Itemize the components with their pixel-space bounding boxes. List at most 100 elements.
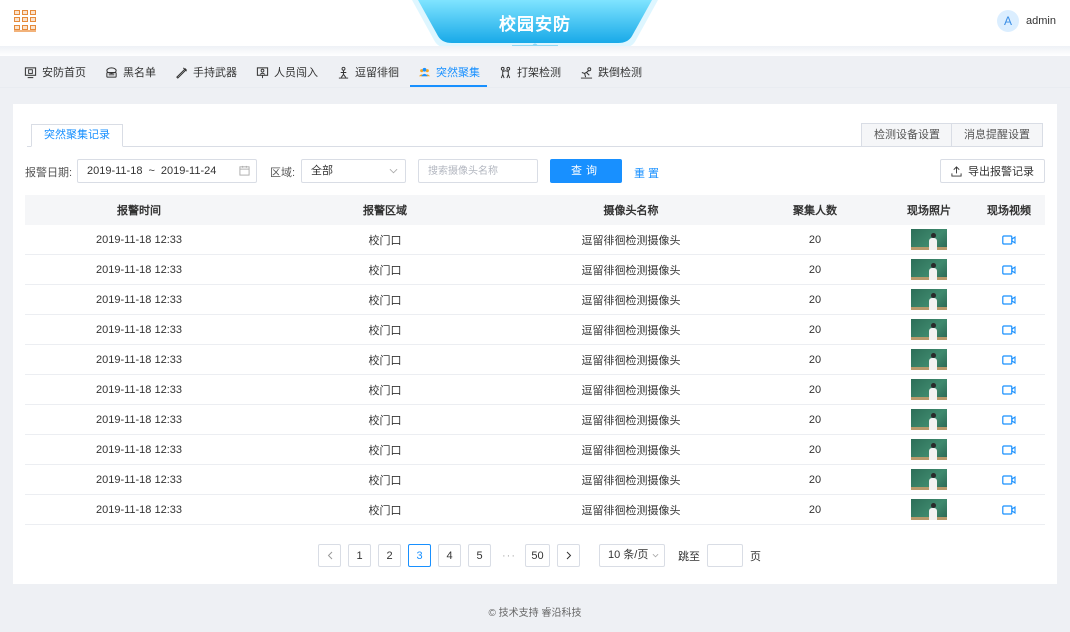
camera-name: 逗留徘徊检测摄像头	[581, 414, 681, 427]
video-camera-icon[interactable]	[1002, 474, 1016, 485]
alarm-time: 2019-11-18 12:33	[95, 443, 183, 456]
page-size-select[interactable]: 10 条/页	[599, 544, 665, 567]
photo-cell	[885, 439, 973, 460]
loiter-icon	[338, 66, 349, 79]
table-row: 2019-11-18 12:33 校门口 逗留徘徊检测摄像头 20	[25, 435, 1045, 465]
video-camera-icon[interactable]	[1002, 444, 1016, 455]
alarm-area: 校门口	[368, 414, 402, 427]
scene-photo-thumbnail[interactable]	[911, 439, 947, 460]
nav-item-fall[interactable]: 跌倒检测	[570, 57, 651, 87]
crowd-icon	[418, 67, 431, 76]
area-value: 全部	[311, 165, 333, 177]
app-title: 校园安防	[499, 15, 571, 34]
page-button[interactable]: 1	[348, 544, 371, 567]
video-cell	[973, 294, 1045, 305]
prev-page-button[interactable]	[318, 544, 341, 567]
alarm-time: 2019-11-18 12:33	[95, 473, 183, 486]
nav-item-weapon[interactable]: 手持武器	[165, 57, 246, 87]
nav-label: 人员闯入	[274, 67, 318, 79]
nav-item-loiter[interactable]: 逗留徘徊	[327, 57, 408, 87]
photo-cell	[885, 289, 973, 310]
blacklist-icon	[106, 66, 117, 78]
app-menu-icon[interactable]	[14, 10, 36, 30]
nav-item-blacklist[interactable]: 黑名单	[95, 57, 165, 87]
nav-label: 跌倒检测	[598, 67, 642, 79]
nav-item-crowd[interactable]: 突然聚集	[408, 57, 489, 87]
page-button[interactable]: 2	[378, 544, 401, 567]
photo-cell	[885, 469, 973, 490]
video-camera-icon[interactable]	[1002, 294, 1016, 305]
video-camera-icon[interactable]	[1002, 354, 1016, 365]
column-header: 报警区域	[363, 205, 407, 217]
username[interactable]: admin	[1026, 15, 1056, 27]
crowd-count: 20	[808, 263, 822, 276]
page-button[interactable]: 4	[438, 544, 461, 567]
photo-cell	[885, 229, 973, 250]
alarm-area: 校门口	[368, 324, 402, 337]
column-header: 现场照片	[907, 205, 951, 217]
scene-photo-thumbnail[interactable]	[911, 259, 947, 280]
scene-photo-thumbnail[interactable]	[911, 349, 947, 370]
next-page-button[interactable]	[557, 544, 580, 567]
video-cell	[973, 444, 1045, 455]
alarm-time: 2019-11-18 12:33	[95, 233, 183, 246]
fight-icon	[500, 66, 511, 78]
area-select[interactable]: 全部	[301, 159, 406, 183]
scene-photo-thumbnail[interactable]	[911, 379, 947, 400]
column-header: 报警时间	[117, 205, 161, 217]
camera-name: 逗留徘徊检测摄像头	[581, 324, 681, 337]
notification-settings-button[interactable]: 消息提醒设置	[951, 123, 1043, 147]
reset-button[interactable]: 重置	[634, 165, 662, 181]
scene-photo-thumbnail[interactable]	[911, 229, 947, 250]
export-button[interactable]: 导出报警记录	[940, 159, 1045, 183]
alarm-time: 2019-11-18 12:33	[95, 263, 183, 276]
video-cell	[973, 324, 1045, 335]
alarm-area: 校门口	[368, 234, 402, 247]
camera-name: 逗留徘徊检测摄像头	[581, 474, 681, 487]
video-camera-icon[interactable]	[1002, 384, 1016, 395]
camera-name: 逗留徘徊检测摄像头	[581, 354, 681, 367]
camera-name: 逗留徘徊检测摄像头	[581, 264, 681, 277]
crowd-count: 20	[808, 473, 822, 486]
camera-search-input[interactable]	[418, 159, 538, 183]
user-menu[interactable]: A admin	[997, 10, 1056, 32]
date-end: 2019-11-24	[160, 165, 217, 177]
scene-photo-thumbnail[interactable]	[911, 469, 947, 490]
footer-credit: © 技术支持 睿沿科技	[488, 608, 582, 619]
nav-item-intrusion[interactable]: 人员闯入	[246, 57, 327, 87]
video-camera-icon[interactable]	[1002, 504, 1016, 515]
video-camera-icon[interactable]	[1002, 234, 1016, 245]
page-button[interactable]: 5	[468, 544, 491, 567]
page-ellipsis[interactable]: ···	[498, 550, 520, 562]
query-button[interactable]: 查询	[550, 159, 622, 183]
photo-cell	[885, 259, 973, 280]
photo-cell	[885, 349, 973, 370]
scene-photo-thumbnail[interactable]	[911, 319, 947, 340]
crowd-count: 20	[808, 233, 822, 246]
nav-label: 突然聚集	[436, 67, 480, 79]
scene-photo-thumbnail[interactable]	[911, 409, 947, 430]
jump-page-input[interactable]	[707, 544, 743, 567]
scene-photo-thumbnail[interactable]	[911, 289, 947, 310]
nav-item-fight[interactable]: 打架检测	[489, 57, 570, 87]
nav-item-home[interactable]: 安防首页	[14, 57, 95, 87]
device-settings-button[interactable]: 检测设备设置	[861, 123, 953, 147]
date-range-picker[interactable]: 2019-11-18 ~ 2019-11-24	[77, 159, 257, 183]
scene-photo-thumbnail[interactable]	[911, 499, 947, 520]
video-camera-icon[interactable]	[1002, 324, 1016, 335]
nav-label: 安防首页	[42, 67, 86, 79]
alarm-area: 校门口	[368, 474, 402, 487]
avatar[interactable]: A	[997, 10, 1020, 32]
chevron-down-icon	[389, 168, 398, 174]
alarm-area: 校门口	[368, 354, 402, 367]
video-camera-icon[interactable]	[1002, 414, 1016, 425]
fall-icon	[580, 66, 593, 79]
alarm-area: 校门口	[368, 264, 402, 277]
last-page-button[interactable]: 50	[525, 544, 550, 567]
page-button-current[interactable]: 3	[408, 544, 431, 567]
header-divider	[0, 46, 1070, 56]
alarm-time: 2019-11-18 12:33	[95, 503, 183, 516]
video-camera-icon[interactable]	[1002, 264, 1016, 275]
records-table: 报警时间 报警区域 摄像头名称 聚集人数 现场照片 现场视频 2019-11-1…	[25, 195, 1045, 525]
tab-crowd-records[interactable]: 突然聚集记录	[31, 124, 123, 147]
